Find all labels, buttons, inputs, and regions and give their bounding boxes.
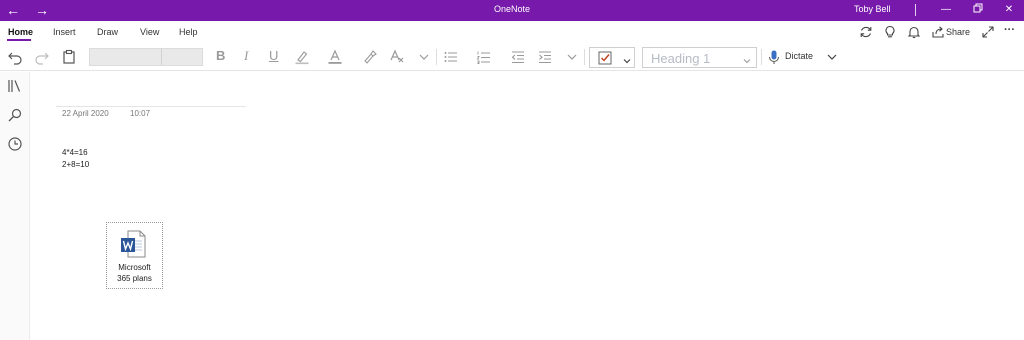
chevron-down-icon[interactable]	[824, 49, 840, 65]
share-icon[interactable]	[931, 25, 945, 39]
italic-button[interactable]: I	[244, 48, 248, 64]
more-options-icon[interactable]: ···	[1004, 25, 1018, 39]
bold-button[interactable]: B	[216, 48, 225, 63]
todo-tag-dropdown[interactable]	[589, 47, 635, 68]
font-size-divider	[161, 49, 162, 65]
page-time: 10:07	[130, 109, 151, 118]
heading-style-dropdown[interactable]: Heading 1	[642, 47, 757, 68]
page-title-line[interactable]	[56, 106, 246, 107]
notebooks-icon[interactable]	[7, 78, 23, 94]
word-document-icon	[120, 230, 146, 258]
active-tab-indicator	[7, 39, 31, 41]
ribbon-tabs: Home Insert Draw View Help Share ···	[0, 21, 1024, 43]
page-date: 22 April 2020	[62, 109, 109, 118]
tab-draw[interactable]: Draw	[97, 27, 118, 37]
lightbulb-icon[interactable]	[883, 25, 897, 39]
clear-formatting-icon[interactable]	[389, 49, 405, 65]
tab-insert[interactable]: Insert	[53, 27, 76, 37]
share-button[interactable]: Share	[946, 27, 970, 37]
microphone-icon[interactable]	[766, 49, 782, 65]
font-selector[interactable]	[89, 48, 203, 66]
toolbar-separator	[584, 49, 585, 65]
minimize-icon[interactable]: —	[939, 3, 953, 17]
page-canvas[interactable]	[31, 72, 1024, 340]
checkbox-icon	[598, 51, 612, 70]
fullscreen-icon[interactable]	[981, 25, 995, 39]
left-sidebar	[0, 72, 30, 340]
format-painter-icon[interactable]	[362, 49, 378, 65]
sync-icon[interactable]	[859, 25, 873, 39]
toolbar-separator	[761, 49, 762, 65]
search-icon[interactable]	[7, 107, 23, 123]
attachment-name-line: Microsoft	[118, 263, 151, 272]
close-icon[interactable]: ✕	[1002, 3, 1016, 17]
dictate-button[interactable]: Dictate	[785, 51, 813, 61]
recent-clock-icon[interactable]	[7, 136, 23, 152]
style-value: Heading 1	[651, 51, 711, 66]
chevron-down-icon[interactable]	[564, 49, 580, 65]
redo-icon[interactable]	[34, 49, 50, 65]
tab-home[interactable]: Home	[8, 27, 33, 37]
title-bar: ← → OneNote Toby Bell — ✕	[0, 0, 1024, 21]
tab-view[interactable]: View	[140, 27, 159, 37]
undo-icon[interactable]	[7, 49, 23, 65]
numbered-list-icon[interactable]	[476, 49, 492, 65]
user-name[interactable]: Toby Bell	[854, 4, 891, 14]
bell-icon[interactable]	[907, 25, 921, 39]
decrease-indent-icon[interactable]	[510, 49, 526, 65]
toolbar-separator	[436, 49, 437, 65]
font-color-icon[interactable]	[327, 49, 343, 65]
chevron-down-icon[interactable]	[416, 49, 432, 65]
chevron-down-icon	[622, 53, 632, 71]
note-line[interactable]: 2+8=10	[62, 160, 89, 169]
bullet-list-icon[interactable]	[443, 49, 459, 65]
title-separator	[915, 4, 916, 16]
highlighter-icon[interactable]	[294, 49, 310, 65]
attachment-name-line: 365 plans	[117, 274, 152, 283]
attachment-name: Microsoft 365 plans	[107, 262, 162, 284]
tab-help[interactable]: Help	[179, 27, 198, 37]
file-attachment[interactable]: Microsoft 365 plans	[106, 222, 163, 289]
clipboard-icon[interactable]	[61, 49, 77, 65]
underline-button[interactable]: U	[269, 48, 278, 63]
ribbon-toolbar: B I U Heading 1 Dictate	[0, 43, 1024, 71]
increase-indent-icon[interactable]	[537, 49, 553, 65]
restore-icon[interactable]	[971, 3, 985, 17]
chevron-down-icon	[742, 53, 752, 64]
note-line[interactable]: 4*4=16	[62, 148, 88, 157]
